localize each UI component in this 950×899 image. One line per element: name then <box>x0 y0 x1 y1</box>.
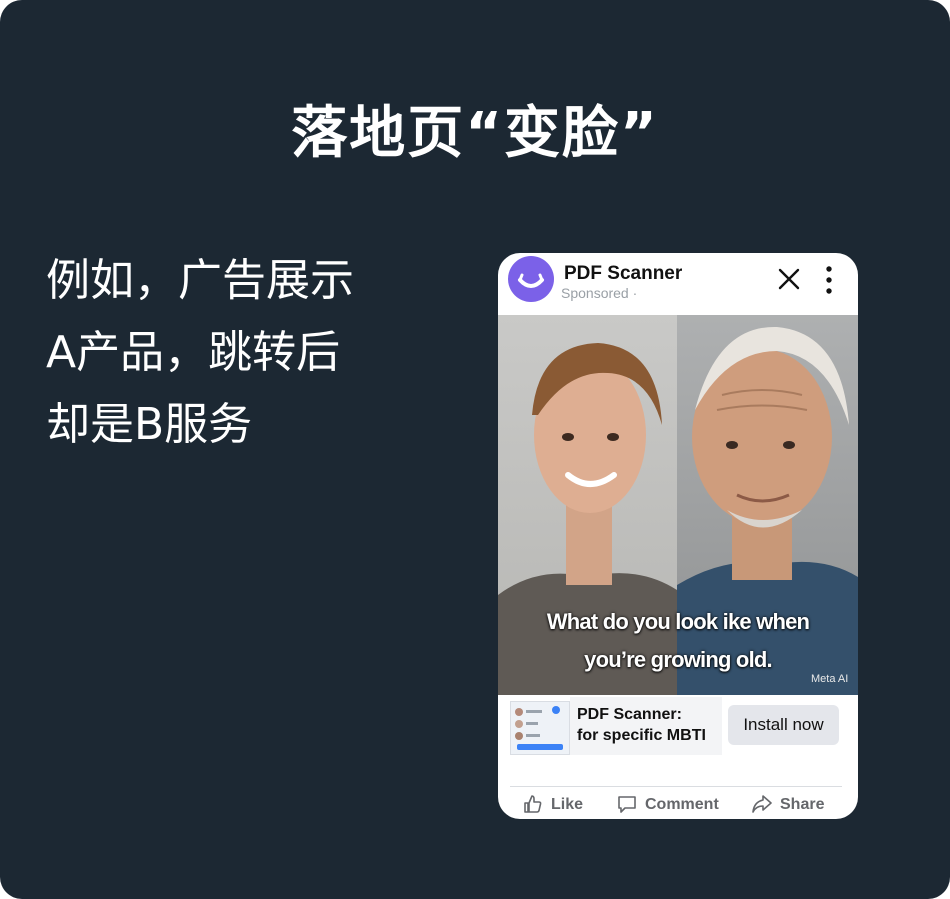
ad-media[interactable]: What do you look ike when you’re growing… <box>498 315 858 695</box>
action-bar: Like Comment Share <box>498 789 858 819</box>
share-icon <box>752 795 772 813</box>
like-label: Like <box>551 796 584 813</box>
install-now-button[interactable]: Install now <box>728 705 839 745</box>
caption-line-1: What do you look ike when <box>546 609 810 634</box>
body-line-1: 例如，广告展示 <box>46 255 354 306</box>
close-icon[interactable] <box>776 266 802 292</box>
ai-watermark: Meta AI <box>811 673 849 685</box>
share-label: Share <box>780 796 825 813</box>
slide-body: 例如，广告展示 A产品，跳转后 却是B服务 <box>46 245 354 461</box>
slide: 落地页“变脸” 例如，广告展示 A产品，跳转后 却是B服务 PDF Scanne… <box>0 0 950 899</box>
app-thumbnail[interactable] <box>510 701 570 755</box>
slide-title: 落地页“变脸” <box>291 101 659 166</box>
ad-header: PDF Scanner Sponsored · <box>498 253 858 315</box>
ad-caption: What do you look ike when you’re growing… <box>498 603 858 679</box>
thumbs-up-icon <box>524 795 542 813</box>
ad-card: PDF Scanner Sponsored · What do you look… <box>498 253 858 819</box>
more-vertical-icon[interactable] <box>820 264 838 296</box>
body-line-2: A产品，跳转后 <box>46 327 341 378</box>
caption-line-2: you’re growing old. <box>584 647 773 672</box>
app-logo-icon[interactable] <box>508 256 554 302</box>
cta-row: PDF Scanner: for specific MBTI Install n… <box>498 695 858 761</box>
sponsored-label: Sponsored · <box>561 285 638 301</box>
like-button[interactable]: Like <box>523 791 593 817</box>
cta-title: PDF Scanner: <box>577 706 682 723</box>
cta-text-block[interactable]: PDF Scanner: for specific MBTI <box>570 697 722 755</box>
comment-button[interactable]: Comment <box>617 791 727 817</box>
body-line-3: 却是B服务 <box>46 399 253 450</box>
comment-label: Comment <box>645 796 719 813</box>
cta-subtitle: for specific MBTI <box>577 727 706 744</box>
advertiser-name[interactable]: PDF Scanner <box>564 263 682 285</box>
share-button[interactable]: Share <box>751 791 831 817</box>
action-divider <box>510 786 842 787</box>
comment-icon <box>618 796 636 813</box>
